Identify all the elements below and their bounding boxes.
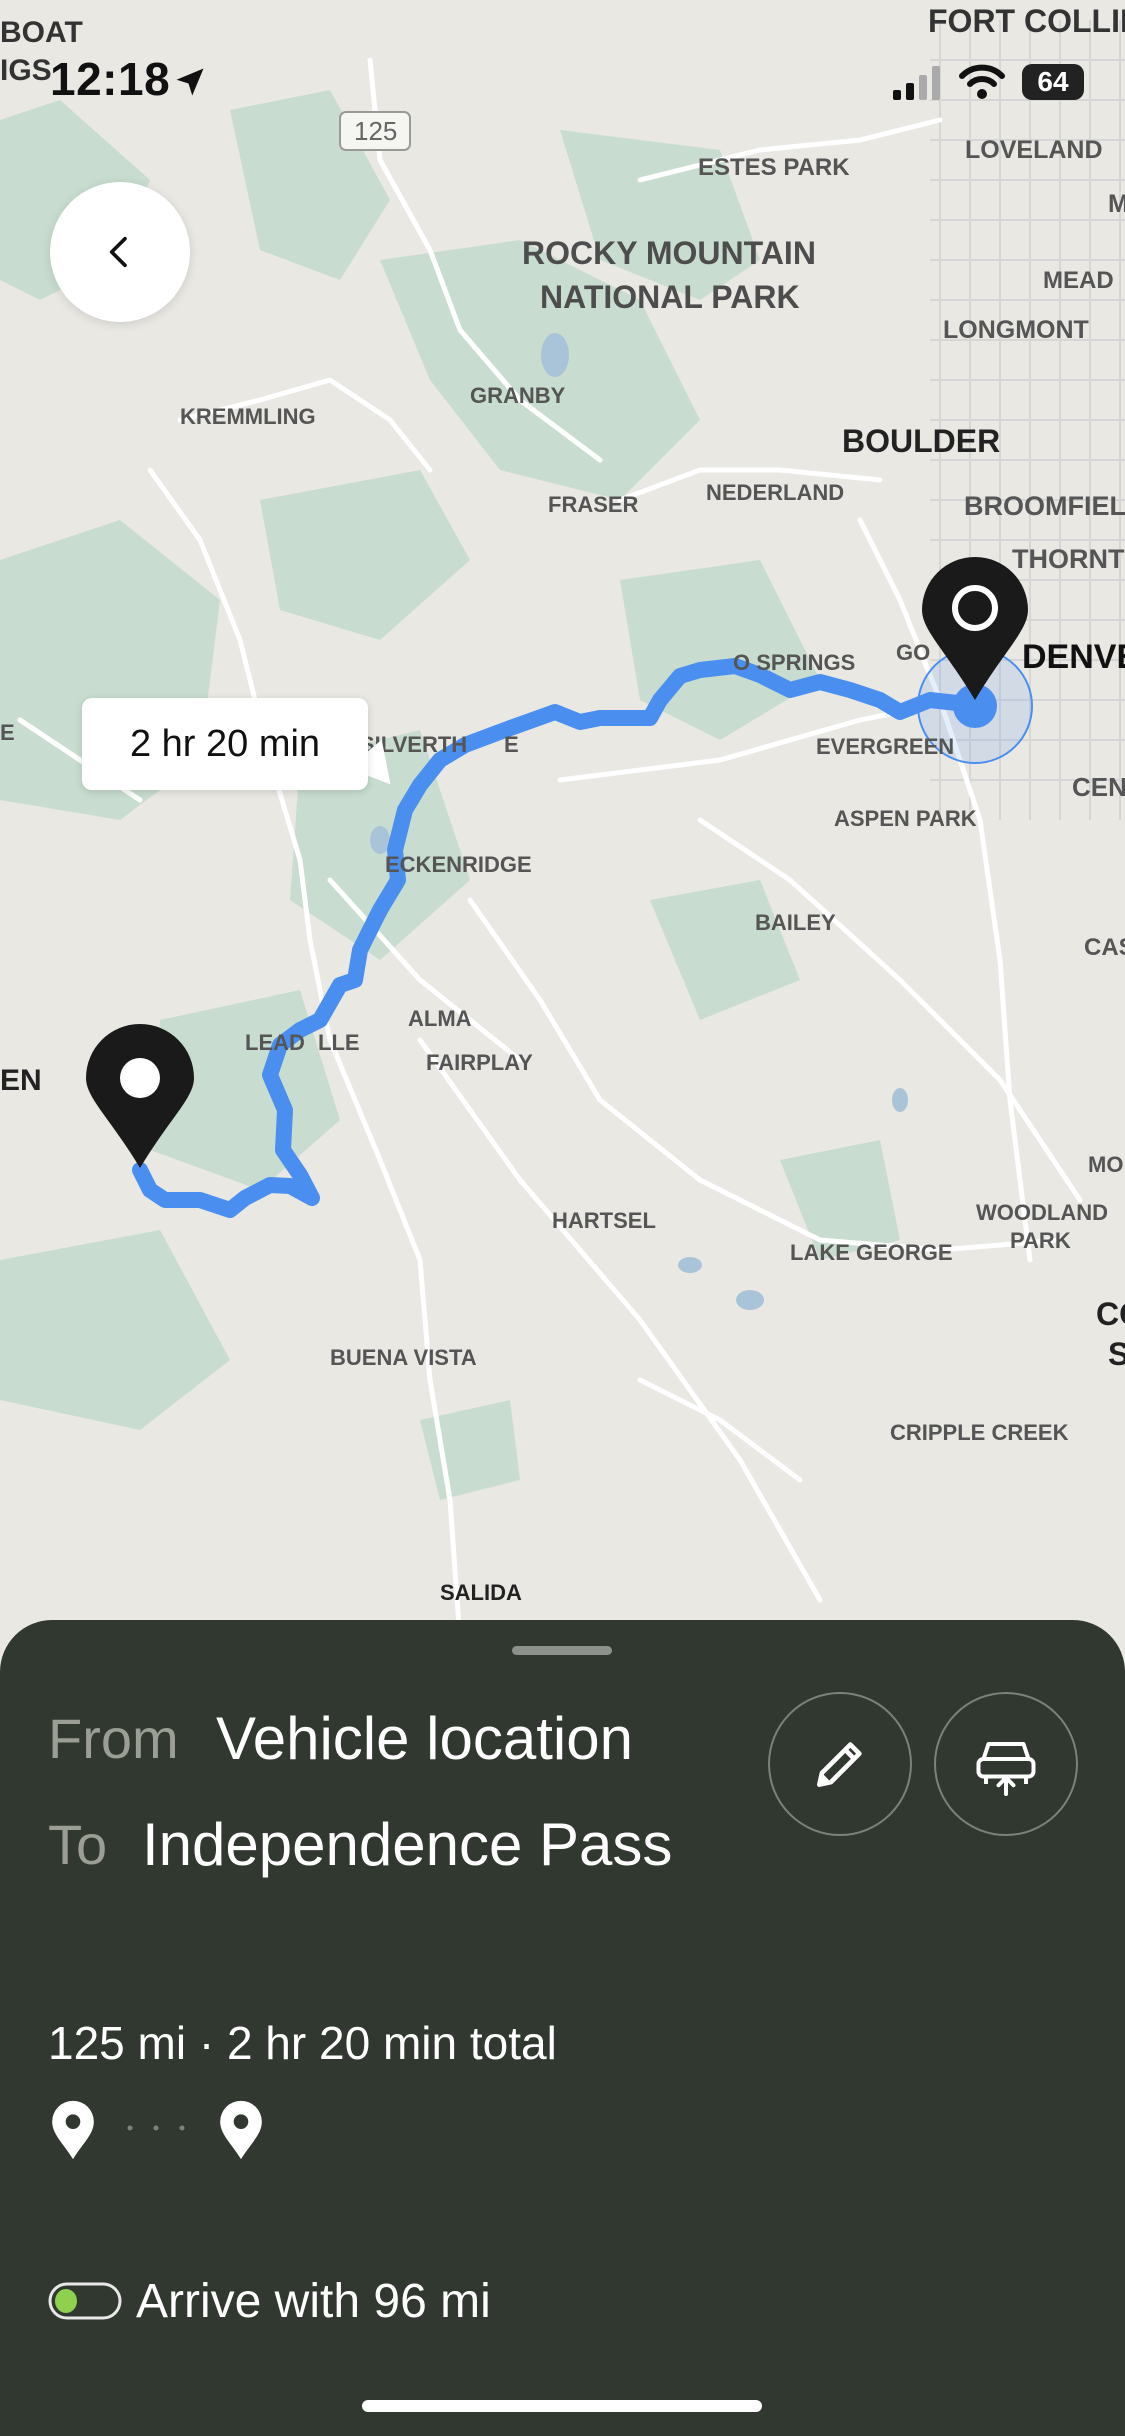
label-cos-2: S — [1108, 1336, 1125, 1372]
label-leadville-a: LEAD — [245, 1030, 305, 1055]
status-time: 12:18 — [50, 53, 171, 105]
label-hartsel: HARTSEL — [552, 1208, 656, 1233]
label-silverthorne-end: E — [504, 732, 519, 757]
label-mead: MEAD — [1043, 267, 1114, 294]
label-breckenridge: ECKENRIDGE — [385, 852, 532, 877]
label-centennial: CENT — [1072, 772, 1125, 802]
label-fairplay: FAIRPLAY — [426, 1050, 533, 1075]
send-to-vehicle-button[interactable] — [934, 1692, 1078, 1836]
label-woodland-2: PARK — [1010, 1228, 1071, 1253]
label-cripple-creek: CRIPPLE CREEK — [890, 1420, 1069, 1445]
label-golden: GO — [896, 640, 930, 665]
location-arrow-icon — [176, 68, 204, 96]
label-evergreen: EVERGREEN — [816, 734, 954, 759]
label-idaho-springs: O SPRINGS — [733, 650, 855, 675]
route-eta-label[interactable]: 2 hr 20 min — [82, 698, 368, 790]
label-granby: GRANBY — [470, 383, 566, 408]
status-bar: 12:18 64 — [0, 0, 1125, 150]
battery-icon — [48, 2282, 122, 2320]
label-edge-m: M — [1108, 190, 1125, 218]
trip-sheet: From Vehicle location To Independence Pa… — [0, 1620, 1125, 2436]
to-value[interactable]: Independence Pass — [142, 1810, 672, 1879]
label-rmnp-1: ROCKY MOUNTAIN — [522, 235, 816, 271]
pin-icon — [220, 2100, 262, 2160]
vehicle-share-icon — [976, 1742, 1036, 1796]
label-cos-1: CO — [1096, 1296, 1125, 1332]
pin-icon — [52, 2100, 94, 2160]
dots-icon — [127, 2125, 185, 2131]
back-button[interactable] — [50, 182, 190, 322]
trip-stops — [48, 2098, 278, 2178]
from-label: From — [48, 1707, 179, 1770]
label-thornton: THORNTO — [1012, 544, 1125, 574]
label-bailey: BAILEY — [755, 910, 836, 935]
label-buena-vista: BUENA VISTA — [330, 1345, 477, 1370]
label-nederland: NEDERLAND — [706, 480, 844, 505]
label-denver: DENVE — [1022, 638, 1125, 676]
signal-icon — [893, 66, 940, 100]
label-alma: ALMA — [408, 1006, 472, 1031]
chevron-left-icon — [109, 236, 127, 268]
label-boulder: BOULDER — [842, 423, 1000, 459]
label-longmont: LONGMONT — [943, 316, 1089, 344]
label-rmnp-2: NATIONAL PARK — [540, 279, 800, 315]
label-kremmling: KREMMLING — [180, 404, 316, 429]
label-aspen: EN — [0, 1064, 42, 1097]
label-castle-rock: CAS — [1084, 934, 1125, 961]
battery-indicator: 64 — [1022, 64, 1084, 100]
label-monument: MO — [1088, 1152, 1123, 1177]
label-salida: SALIDA — [440, 1580, 522, 1605]
label-woodland-1: WOODLAND — [976, 1200, 1108, 1225]
sheet-drag-handle[interactable] — [512, 1646, 612, 1655]
label-leadville-b: LLE — [318, 1030, 360, 1055]
label-lake-george: LAKE GEORGE — [790, 1240, 953, 1265]
to-label: To — [48, 1813, 108, 1876]
pencil-icon — [817, 1742, 862, 1787]
wifi-icon — [959, 64, 1005, 99]
home-indicator[interactable] — [362, 2400, 762, 2412]
label-fraser: FRASER — [548, 492, 639, 517]
label-broomfield: BROOMFIELD — [964, 491, 1125, 521]
arrive-with-range: Arrive with 96 mi — [136, 2274, 491, 2328]
arrival-range: Arrive with 96 mi — [48, 2266, 491, 2336]
edit-route-button[interactable] — [768, 1692, 912, 1836]
from-value[interactable]: Vehicle location — [216, 1704, 633, 1773]
label-aspen-park: ASPEN PARK — [834, 806, 977, 831]
label-estes-park: ESTES PARK — [698, 154, 850, 181]
label-edge-e: E — [0, 720, 15, 745]
trip-summary: 125 mi · 2 hr 20 min total — [48, 2017, 557, 2069]
